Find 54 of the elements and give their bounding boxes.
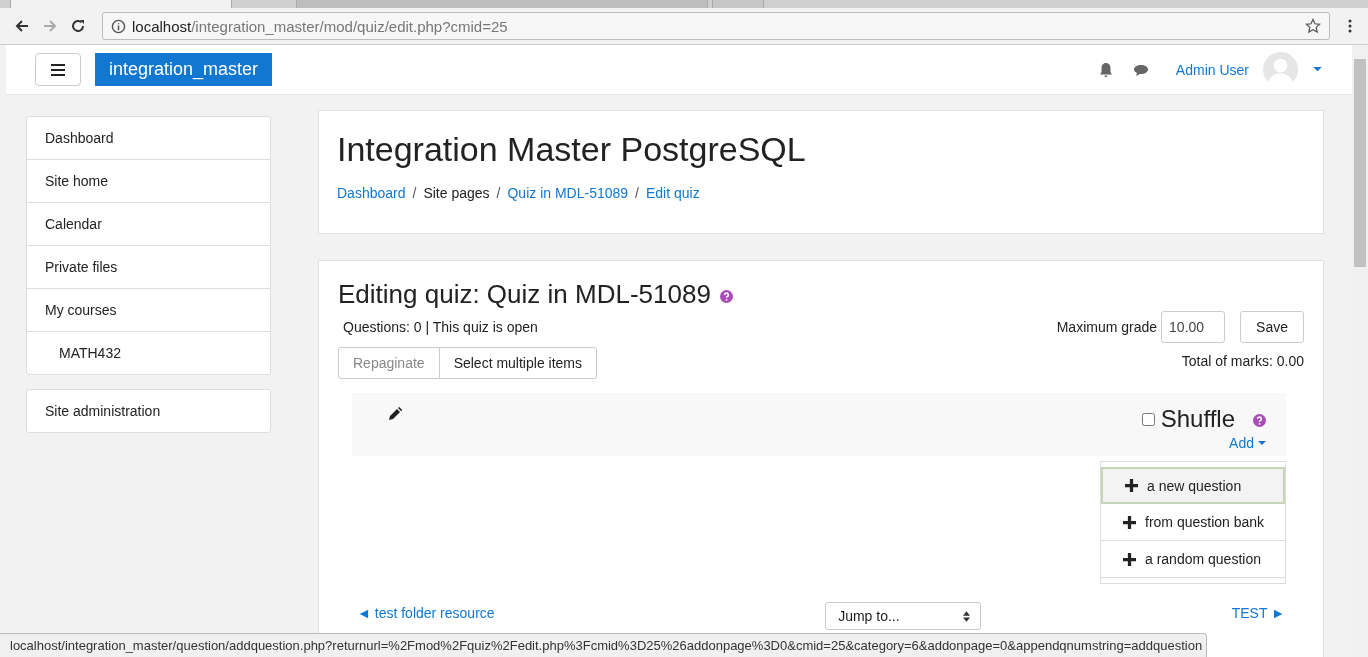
pencil-icon[interactable] — [388, 407, 402, 421]
breadcrumb-separator: / — [496, 185, 501, 201]
jump-to-select[interactable]: Jump to... — [825, 602, 982, 630]
menu-icon — [51, 63, 65, 76]
breadcrumb-separator: / — [635, 185, 639, 201]
scrollbar-thumb[interactable] — [1354, 59, 1366, 267]
breadcrumb-separator: / — [412, 185, 417, 201]
page-title: Integration Master PostgreSQL — [337, 129, 807, 169]
menu-item[interactable]: from question bank — [1101, 504, 1285, 541]
menu-item[interactable]: a random question — [1101, 541, 1285, 578]
menu-item[interactable]: a new question — [1101, 467, 1285, 504]
caret-icon[interactable] — [1313, 67, 1322, 72]
previous-activity-link[interactable]: ◄ test folder resource — [357, 605, 495, 621]
add-dropdown-link[interactable]: Add — [1229, 435, 1254, 451]
bell-icon[interactable] — [1097, 61, 1114, 78]
shuffle-label: Shuffle — [1160, 405, 1235, 433]
sidebar-item[interactable]: My courses — [27, 288, 270, 331]
plus-icon — [1125, 479, 1138, 492]
breadcrumb-link[interactable]: Quiz in MDL-51089 — [507, 185, 629, 201]
user-name-link[interactable]: Admin User — [1175, 61, 1249, 78]
sidebar-item[interactable]: Calendar — [27, 202, 270, 245]
info-icon[interactable] — [111, 18, 126, 34]
plus-icon — [1123, 552, 1136, 566]
caret-icon[interactable] — [1258, 440, 1266, 446]
url-text: localhost/integration_master/mod/quiz/edit.php?cmid=25 — [132, 17, 509, 35]
select-items-button[interactable]: Select multiple items — [439, 347, 597, 379]
menu-icon[interactable] — [1348, 18, 1352, 34]
maximum-grade-field[interactable]: 10.00 — [1161, 311, 1226, 343]
total-marks-text: Total of marks: 0.00 — [1181, 353, 1304, 369]
status-bar-url: localhost/integration_master/question/addquestion.php?returnurl=%2Fmod%2Fquiz%2Fedit.php%3Fcmid%3D25%26addonpage%3D0&cmid=25&category=6&addonpage=0&appendqnumstring=addquestion — [0, 633, 1208, 657]
shuffle-checkbox[interactable] — [1141, 412, 1155, 426]
help-icon[interactable] — [719, 289, 733, 303]
quiz-status-text: Questions: 0 | This quiz is open — [342, 319, 539, 335]
breadcrumb-link[interactable]: Dashboard — [337, 185, 406, 201]
star-icon[interactable] — [1305, 18, 1321, 34]
breadcrumb-item: Site pages — [423, 185, 490, 201]
back-arrow-icon[interactable] — [14, 18, 30, 34]
sidebar-item[interactable]: Site administration — [27, 390, 270, 432]
maximum-grade-label: Maximum grade — [1056, 319, 1158, 335]
sidebar-item[interactable]: Site home — [27, 159, 270, 202]
sidebar-item[interactable]: MATH432 — [27, 331, 270, 374]
help-icon[interactable] — [1253, 413, 1266, 427]
address-bar[interactable]: localhost/integration_master/mod/quiz/edit.php?cmid=25 — [102, 12, 1330, 40]
save-button[interactable]: Save — [1240, 311, 1304, 343]
plus-icon — [1123, 515, 1136, 529]
site-name-link[interactable]: integration_master — [95, 53, 273, 86]
reload-icon[interactable] — [70, 18, 86, 34]
sidebar-item[interactable]: Private files — [27, 245, 270, 288]
select-arrows-icon — [963, 610, 971, 622]
quiz-title: Editing quiz: Quiz in MDL-51089 — [338, 279, 711, 309]
menu-button[interactable] — [35, 53, 81, 86]
sidebar-item[interactable]: Dashboard — [27, 117, 270, 159]
next-activity-link[interactable]: TEST ► — [1231, 605, 1285, 621]
breadcrumb-link[interactable]: Edit quiz — [645, 185, 700, 201]
